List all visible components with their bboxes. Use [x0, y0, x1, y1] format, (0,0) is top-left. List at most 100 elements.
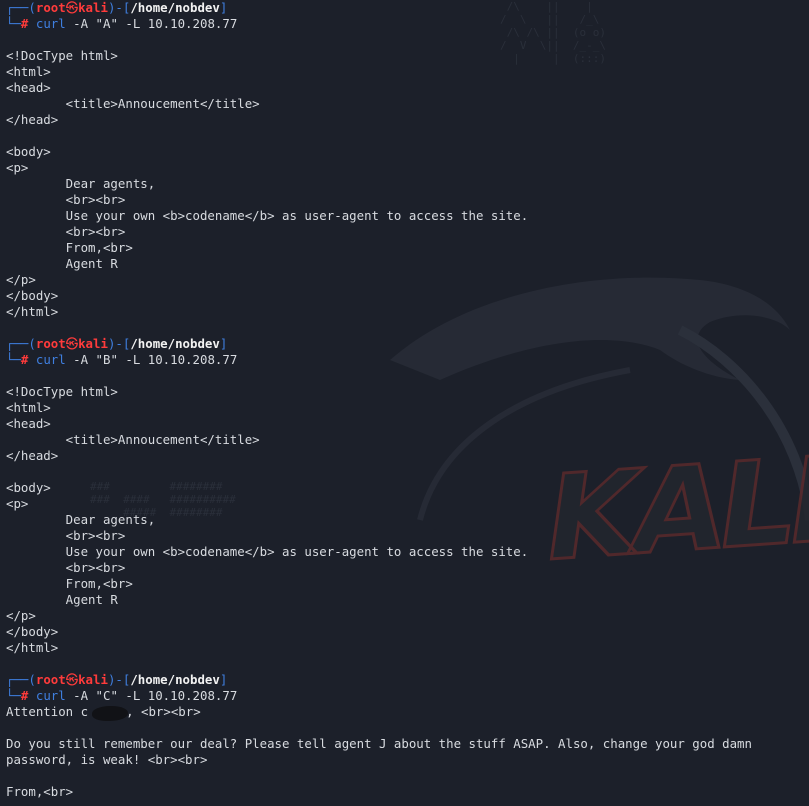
command-name: curl: [35, 16, 66, 31]
redacted-text: [88, 704, 129, 721]
output-text: <p>: [6, 496, 29, 511]
output-line: Agent R: [6, 592, 118, 608]
output-text: From,<br>: [6, 576, 133, 591]
command-line: └─# curl -A "A" -L 10.10.208.77: [6, 16, 237, 32]
output-line: <head>: [6, 80, 51, 96]
output-text: </body>: [6, 288, 59, 303]
output-text: </p>: [6, 272, 36, 287]
prompt-host: kali: [78, 0, 108, 15]
prompt-box-corner: └─: [6, 16, 21, 31]
ascii-art-wallpaper: /\ || | / \ || /_\ /\ /\ || (o o) / V \|…: [500, 0, 606, 65]
output-text: <br><br>: [6, 224, 126, 239]
output-text: Agent R: [6, 256, 118, 271]
prompt-paren: ]: [219, 336, 228, 351]
output-text: <html>: [6, 64, 51, 79]
prompt-paren: (: [28, 0, 36, 15]
prompt-paren: ]: [219, 672, 228, 687]
output-text: <br><br>: [6, 560, 126, 575]
output-line: <br><br>: [6, 528, 126, 544]
output-line: password, is weak! <br><br>: [6, 752, 207, 768]
prompt-box-corner: └─: [6, 688, 21, 703]
prompt-paren: )-[: [107, 336, 131, 351]
output-line: <body>: [6, 480, 51, 496]
terminal-window[interactable]: KALI /\ || | / \ || /_\ /\ /\ || (o o) /…: [0, 0, 809, 806]
command-name: curl: [35, 352, 66, 367]
prompt-host: kali: [78, 336, 108, 351]
command-line: └─# curl -A "C" -L 10.10.208.77: [6, 688, 237, 704]
skull-icon: ㉿: [65, 336, 79, 351]
output-text: </head>: [6, 112, 59, 127]
output-text: <br><br>: [6, 192, 126, 207]
output-line: <title>Annoucement</title>: [6, 96, 260, 112]
output-line: <p>: [6, 496, 28, 512]
kali-logo-wallpaper: KALI: [535, 429, 809, 589]
output-text: Use your own <b>codename</b> as user-age…: [6, 544, 529, 559]
output-text: <title>Annoucement</title>: [6, 96, 260, 111]
output-line: <title>Annoucement</title>: [6, 432, 260, 448]
prompt-box-corner: ┌──: [6, 336, 29, 351]
prompt-path: /home/nobdev: [130, 672, 220, 687]
command-args: -A "C" -L 10.10.208.77: [65, 688, 238, 703]
output-line: Do you still remember our deal? Please t…: [6, 736, 752, 752]
output-line: Attention c , <br><br>: [6, 704, 201, 721]
output-line: Dear agents,: [6, 176, 156, 192]
prompt-paren: (: [28, 336, 36, 351]
output-text: <html>: [6, 400, 51, 415]
command-line: └─# curl -A "B" -L 10.10.208.77: [6, 352, 237, 368]
prompt-user: root: [35, 0, 66, 15]
command-name: curl: [35, 688, 66, 703]
output-line: From,<br>: [6, 240, 133, 256]
prompt-paren: (: [28, 672, 36, 687]
output-line: </p>: [6, 272, 36, 288]
output-line: </body>: [6, 288, 58, 304]
output-line: <p>: [6, 160, 28, 176]
prompt-host: kali: [78, 672, 108, 687]
output-line: <br><br>: [6, 224, 126, 240]
output-text: Dear agents,: [6, 176, 156, 191]
output-text: </head>: [6, 448, 59, 463]
prompt-user: root: [35, 336, 66, 351]
output-text: <head>: [6, 416, 51, 431]
prompt-box-corner: ┌──: [6, 672, 29, 687]
prompt-box-corner: └─: [6, 352, 21, 367]
output-line: <head>: [6, 416, 51, 432]
output-line: <br><br>: [6, 560, 126, 576]
skull-icon: ㉿: [65, 0, 79, 15]
output-text: </html>: [6, 304, 59, 319]
prompt-path: /home/nobdev: [130, 336, 220, 351]
output-text: </html>: [6, 640, 59, 655]
output-text: <!DocType html>: [6, 384, 118, 399]
output-line: <br><br>: [6, 192, 126, 208]
prompt-line: ┌──(root㉿kali)-[/home/nobdev]: [6, 336, 227, 352]
output-text: <!DocType html>: [6, 48, 118, 63]
output-text: <br><br>: [6, 528, 126, 543]
output-line: </p>: [6, 608, 36, 624]
output-text: <head>: [6, 80, 51, 95]
command-args: -A "A" -L 10.10.208.77: [65, 16, 238, 31]
prompt-line: ┌──(root㉿kali)-[/home/nobdev]: [6, 0, 227, 16]
output-text: Dear agents,: [6, 512, 156, 527]
output-line: Agent R: [6, 256, 118, 272]
prompt-user: root: [35, 672, 66, 687]
prompt-path: /home/nobdev: [130, 0, 220, 15]
output-text: Attention c: [6, 704, 89, 719]
output-text: </body>: [6, 624, 59, 639]
prompt-line: ┌──(root㉿kali)-[/home/nobdev]: [6, 672, 227, 688]
output-line: </html>: [6, 304, 58, 320]
output-text: Agent R: [6, 592, 118, 607]
output-line: </body>: [6, 624, 58, 640]
output-line: Dear agents,: [6, 512, 156, 528]
command-args: -A "B" -L 10.10.208.77: [65, 352, 238, 367]
output-line: From,<br>: [6, 576, 133, 592]
output-line: From,<br>: [6, 784, 73, 800]
output-text: <body>: [6, 480, 51, 495]
output-line: </head>: [6, 448, 58, 464]
output-text: From,<br>: [6, 240, 133, 255]
prompt-paren: ]: [219, 0, 228, 15]
output-text: password, is weak! <br><br>: [6, 752, 208, 767]
output-line: </html>: [6, 640, 58, 656]
prompt-paren: )-[: [107, 0, 131, 15]
